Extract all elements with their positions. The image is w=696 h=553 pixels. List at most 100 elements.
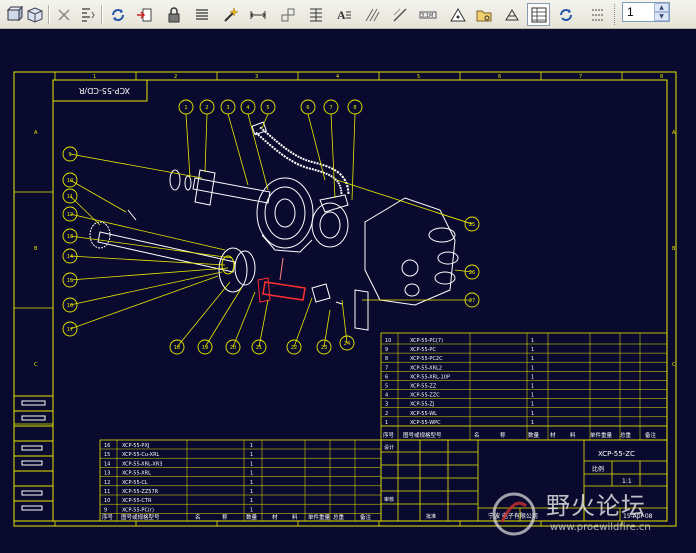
callout-balloon: 18 [169, 339, 185, 355]
callout-balloon: 24 [339, 335, 355, 351]
drawing-title-text: XCP-55-CD/R [78, 86, 130, 95]
callout-number: 10 [67, 178, 73, 184]
sheet-number-spinner[interactable]: ▲ ▼ [654, 3, 669, 21]
callout-balloon: 4 [240, 99, 256, 115]
bom-header-cell: 材 [550, 431, 556, 439]
list-icon[interactable] [190, 3, 213, 26]
drawing-canvas[interactable]: 12345678AABBCC XCP-55-CD/R 1 2 3 4 5 6 7… [0, 30, 696, 549]
bom-cell-code: XCP-55-CL [122, 480, 148, 486]
bom-cell-index: 3 [385, 402, 388, 408]
slash-icon[interactable] [388, 3, 411, 26]
callout-number: 23 [321, 345, 327, 351]
left-stack-boxes [13, 395, 54, 522]
callout-number: 26 [469, 270, 475, 276]
text-style-icon[interactable]: A [332, 3, 355, 26]
bom-cell-qty: 1 [531, 411, 534, 417]
zone-number-top: 6 [498, 74, 501, 80]
bom-cell-qty: 1 [250, 471, 253, 477]
bom-cell-index: 14 [104, 461, 110, 467]
callout-balloon: 1 [178, 99, 194, 115]
ruler-icon[interactable]: 3.1M [416, 3, 439, 26]
hatch-icon[interactable] [360, 3, 383, 26]
title-check-label: 审核 [384, 496, 394, 503]
bom-cell-code: XCP-55-XRL2 [410, 365, 442, 371]
stack-icon[interactable] [276, 3, 299, 26]
bom-cell-index: 5 [385, 384, 388, 390]
insert-icon[interactable] [132, 3, 155, 26]
bom-header-cell: 单件重量 [590, 431, 613, 439]
bom-header-cell: 序号 [102, 513, 114, 521]
callout-balloon: 6 [300, 99, 316, 115]
callout-balloon: 25 [464, 216, 480, 232]
bom-header-cell: 材 [272, 513, 278, 521]
bom-header-cell: 料 [292, 513, 298, 521]
wand-icon[interactable] [218, 3, 241, 26]
bom-cell-qty: 1 [250, 452, 253, 458]
cut-icon[interactable] [52, 3, 75, 26]
table-icon[interactable] [304, 3, 327, 26]
callout-balloon: 7 [323, 99, 339, 115]
callout-balloon: 5 [260, 99, 276, 115]
bom-header-cell: 称 [222, 513, 228, 521]
callout-balloon: 23 [316, 339, 332, 355]
bom-cell-qty: 1 [531, 393, 534, 399]
bom-cell-qty: 1 [531, 338, 534, 344]
bom-cell-qty: 1 [250, 443, 253, 449]
bom-cell-index: 10 [385, 338, 391, 344]
title-qty: 1:1 [622, 478, 632, 485]
align-icon[interactable] [76, 3, 99, 26]
options-icon[interactable] [586, 3, 609, 26]
bom-cell-index: 8 [385, 356, 388, 362]
callout-number: 8 [353, 105, 356, 111]
bom-cell-index: 15 [104, 452, 110, 458]
bom-cell-qty: 1 [250, 461, 253, 467]
lock-icon[interactable] [162, 3, 185, 26]
3d-box-icon[interactable] [2, 3, 25, 26]
bom-right-rows: 10 XCP-55-PC(7) 1 9 XCP-55-PC 1 8 XCP-55-PC2C 1 7… [381, 333, 667, 440]
callout-balloon: 13 [62, 228, 78, 244]
bom-cell-index: 9 [385, 347, 388, 353]
callout-balloon: 8 [347, 99, 363, 115]
zone-number-top: 5 [417, 74, 420, 80]
bom-cell-qty: 1 [531, 347, 534, 353]
bom-cell-qty: 1 [250, 480, 253, 486]
zone-number-top: 3 [255, 74, 258, 80]
callout-number: 4 [246, 105, 249, 111]
callout-number: 19 [202, 345, 208, 351]
bom-cell-qty: 1 [531, 365, 534, 371]
bom-header-cell: 图号或规格型号 [121, 513, 160, 521]
bom-header-cell: 总重 [333, 513, 345, 521]
spin-up-icon[interactable]: ▲ [654, 3, 669, 12]
bom-cell-code: XCP-55-XRL [122, 471, 151, 477]
note-icon[interactable] [446, 3, 469, 26]
bom-cell-code: XCP-55-Cu-XRL [122, 452, 160, 458]
zone-letter-right: C [672, 362, 676, 368]
bom-cell-qty: 1 [250, 498, 253, 504]
callout-number: 21 [256, 345, 262, 351]
folder-icon[interactable] [472, 3, 495, 26]
bom-left-rows: 16 XCP-55-PXJ 1 15 XCP-55-Cu-XRL 1 14 XCP-55-XR… [100, 440, 381, 521]
cube-icon[interactable] [23, 3, 46, 26]
datum-icon[interactable] [500, 3, 523, 26]
bom-header-cell: 名 [474, 431, 480, 439]
callout-number: 15 [67, 278, 73, 284]
zone-letter-right: A [672, 130, 676, 136]
callout-balloon: 2 [199, 99, 215, 115]
sheet-outer-border [13, 71, 677, 527]
bom-header-cell: 总重 [620, 431, 632, 439]
callout-number: 7 [329, 105, 332, 111]
refresh-icon[interactable] [106, 3, 129, 26]
bom-cell-qty: 1 [531, 402, 534, 408]
dimension-icon[interactable] [246, 3, 269, 26]
grid-icon[interactable] [527, 3, 550, 26]
callout-number: 9 [68, 152, 71, 158]
bom-cell-code: XCP-55-ZZC [410, 393, 440, 399]
spin-down-icon[interactable]: ▼ [654, 12, 669, 21]
bom-cell-code: XCP-55-XRL-XR3 [122, 461, 162, 467]
callout-number: 16 [67, 303, 73, 309]
bom-cell-index: 1 [385, 420, 388, 426]
callout-number: 1 [184, 105, 187, 111]
refresh-alt-icon[interactable] [554, 3, 577, 26]
bom-cell-code: XCP-55-PC2C [410, 356, 443, 362]
callout-number: 17 [67, 327, 73, 333]
